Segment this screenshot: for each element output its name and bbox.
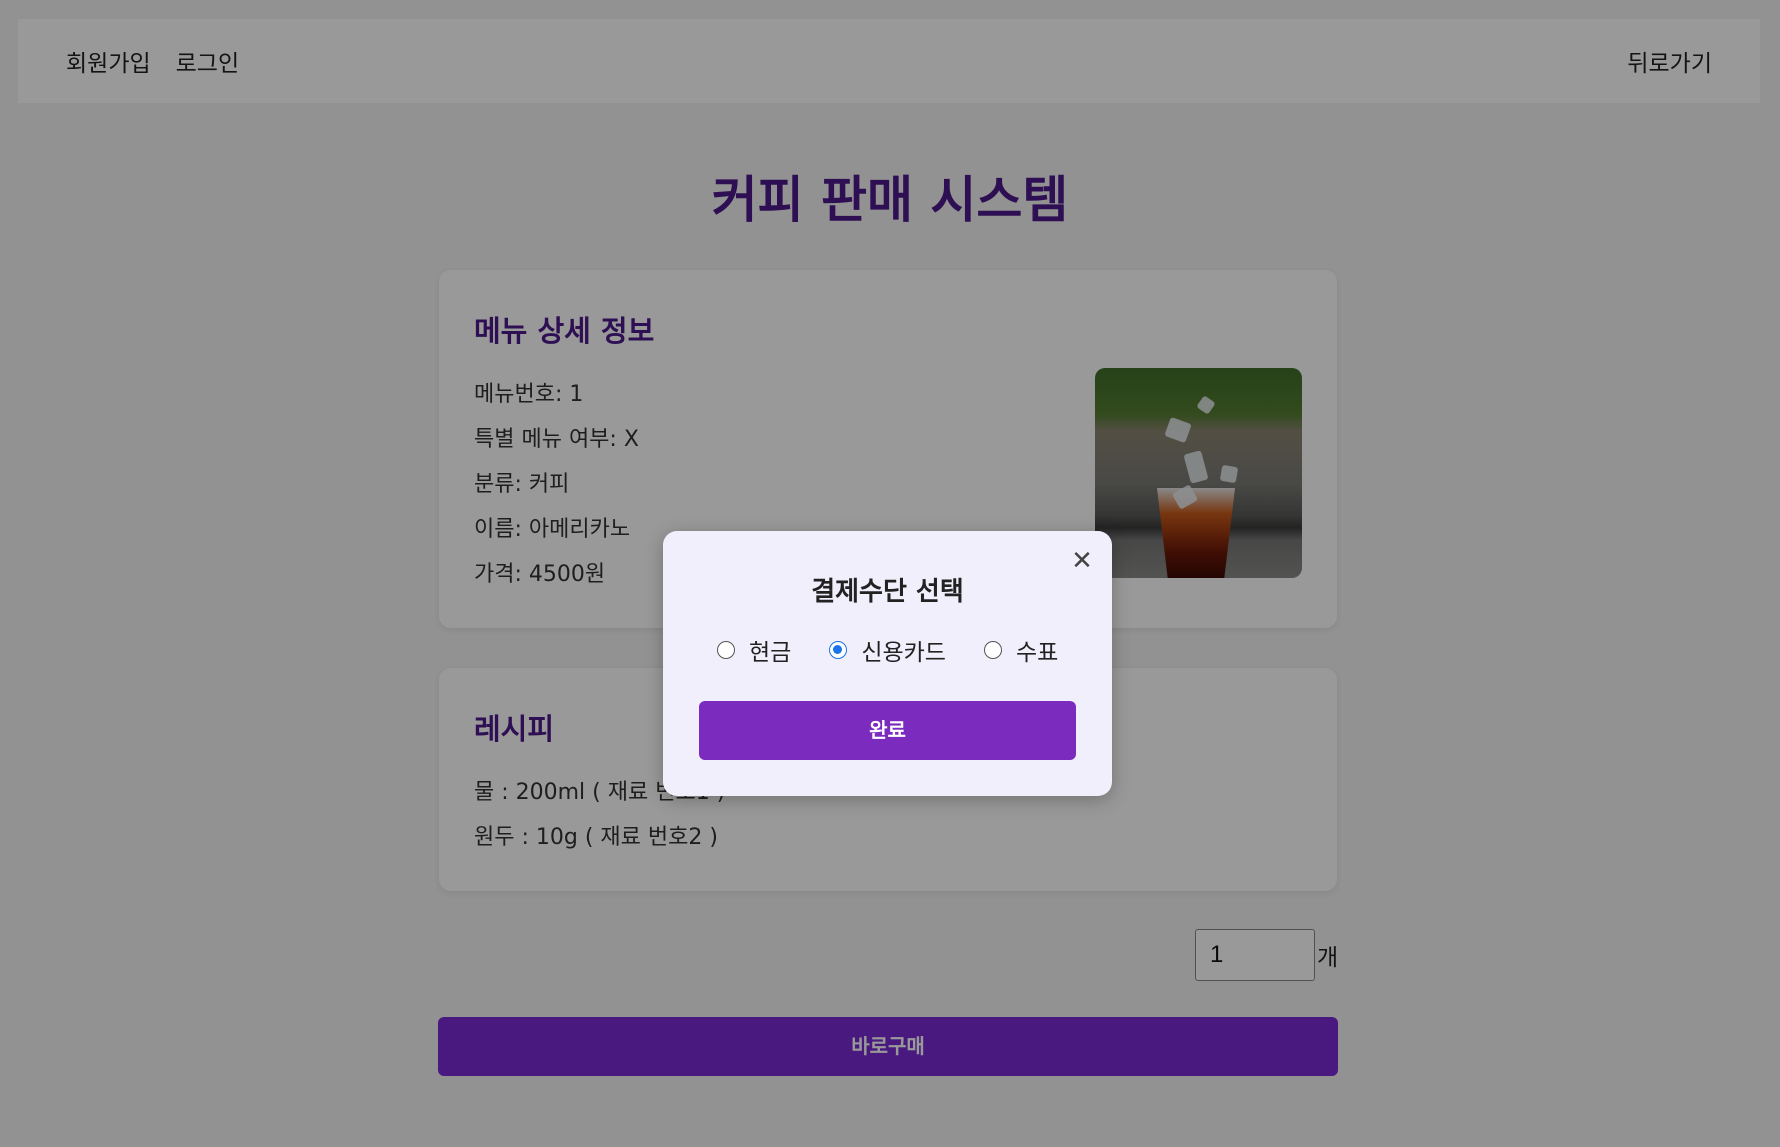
- payment-method-modal: ✕ 결제수단 선택 현금 신용카드 수표 완료: [663, 531, 1112, 796]
- close-icon[interactable]: ✕: [1070, 548, 1094, 574]
- payment-option-label: 수표: [1015, 640, 1059, 666]
- radio-button[interactable]: [717, 641, 735, 659]
- modal-title: 결제수단 선택: [811, 577, 964, 607]
- payment-option-label: 신용카드: [861, 640, 946, 666]
- radio-button[interactable]: [829, 641, 848, 659]
- payment-option-credit-card[interactable]: 신용카드: [829, 633, 946, 667]
- complete-button[interactable]: 완료: [699, 701, 1076, 760]
- radio-button[interactable]: [983, 641, 1002, 659]
- payment-option-cash[interactable]: 현금: [717, 633, 791, 667]
- payment-options: 현금 신용카드 수표: [717, 633, 1058, 667]
- page: 회원가입 로그인 뒤로가기 커피 판매 시스템 메뉴 상세 정보 메뉴번호: 1…: [0, 0, 1780, 1147]
- payment-option-label: 현금: [749, 640, 792, 666]
- payment-option-check[interactable]: 수표: [983, 633, 1059, 667]
